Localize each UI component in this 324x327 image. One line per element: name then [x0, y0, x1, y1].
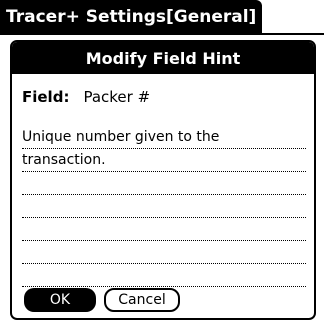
title-underline	[0, 33, 324, 35]
hint-line[interactable]: Unique number given to the	[22, 126, 306, 149]
app-title: Tracer+ Settings[General]	[0, 0, 263, 34]
cancel-button[interactable]: Cancel	[104, 288, 180, 312]
hint-line[interactable]	[22, 264, 306, 287]
hint-line[interactable]: transaction.	[22, 149, 306, 172]
app-title-bar: Tracer+ Settings[General]	[0, 0, 263, 34]
hint-line[interactable]	[22, 195, 306, 218]
field-value: Packer #	[83, 88, 151, 106]
field-label: Field:	[22, 88, 70, 106]
dialog-title: Modify Field Hint	[12, 42, 314, 74]
hint-line[interactable]	[22, 172, 306, 195]
field-row: Field: Packer #	[22, 88, 150, 106]
hint-line[interactable]	[22, 241, 306, 264]
hint-text-area[interactable]: Unique number given to the transaction.	[22, 126, 306, 287]
ok-button[interactable]: OK	[24, 288, 96, 312]
hint-line[interactable]	[22, 218, 306, 241]
modify-field-hint-dialog: Modify Field Hint Field: Packer # Unique…	[10, 40, 316, 320]
